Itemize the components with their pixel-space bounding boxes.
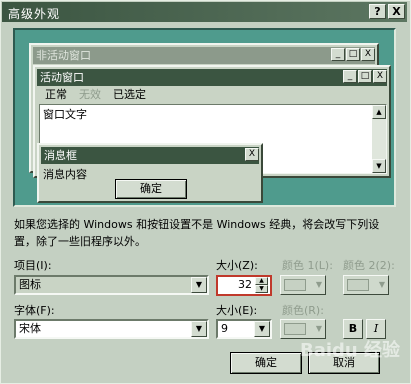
scroll-up-icon[interactable]: ▲ [372,105,386,119]
message-box-title: 消息框 [41,147,259,164]
close-icon: X [373,70,387,83]
color1-label: 颜色 1(L): [282,259,333,272]
size-label: 大小(Z): [216,259,258,272]
font-color-swatch [284,323,306,335]
chevron-down-icon[interactable]: ▼ [254,321,270,337]
active-window-title: 活动窗口 [37,69,387,86]
chevron-down-icon: ▼ [315,324,322,333]
item-select-value: 图标 [19,278,41,291]
scroll-down-icon[interactable]: ▼ [372,159,386,173]
close-icon: X [361,48,375,61]
font-size-value: 9 [221,322,228,335]
color2-swatch [347,279,369,291]
minimize-icon: _ [331,48,345,61]
font-color-label: 颜色(R): [282,304,324,317]
size-value: 32 [238,278,252,291]
window-text: 窗口文字 [43,108,87,121]
description-text: 如果您选择的 Windows 和按钮设置不是 Windows 经典，将会改写下列… [14,218,380,248]
chevron-down-icon: ▼ [378,280,385,289]
message-text: 消息内容 [43,168,87,181]
chevron-down-icon[interactable]: ▼ [191,277,207,293]
baidu-watermark: Baidu 经验 [300,340,401,361]
menu-disabled[interactable]: 无效 [79,87,101,103]
color1-swatch [284,279,306,291]
color2-label: 颜色 2(2): [343,259,395,272]
spin-up-icon[interactable]: ▲ [255,277,268,285]
size-stepper[interactable]: 32 ▲ ▼ [216,275,272,296]
menu-normal[interactable]: 正常 [45,87,67,103]
menu-selected[interactable]: 已选定 [113,87,146,103]
minimize-icon: _ [343,70,357,83]
font-select-value: 宋体 [19,322,41,335]
maximize-icon: □ [346,48,360,61]
item-label: 项目(I): [14,259,52,272]
chevron-down-icon[interactable]: ▼ [191,321,207,337]
vertical-scrollbar[interactable]: ▲ ▼ [372,105,386,173]
color1-picker[interactable]: ▼ [280,275,326,295]
help-button[interactable]: ? [369,4,386,19]
font-label: 字体(F): [14,304,55,317]
preview-menubar: 正常 无效 已选定 [39,87,146,103]
message-ok-button[interactable]: 确定 [115,179,187,199]
dialog-titlebar: 高级外观 ? X [2,2,407,22]
appearance-preview[interactable]: 非活动窗口 _ □ X 活动窗口 _ □ X 正常 无效 已选定 窗口文字 ▲ … [13,28,396,207]
font-select[interactable]: 宋体 ▼ [14,319,209,339]
font-size-select[interactable]: 9 ▼ [216,319,272,339]
inactive-window-title: 非活动窗口 [33,47,375,64]
spin-down-icon[interactable]: ▼ [255,285,268,293]
ok-button[interactable]: 确定 [230,352,302,374]
maximize-icon: □ [358,70,372,83]
color2-picker[interactable]: ▼ [343,275,389,295]
message-box-preview[interactable]: 消息框 X 消息内容 确定 [37,143,263,203]
chevron-down-icon: ▼ [315,280,322,289]
font-size-label: 大小(E): [216,304,258,317]
item-select[interactable]: 图标 ▼ [14,275,209,295]
dialog-title: 高级外观 [8,7,61,21]
close-icon: X [245,148,259,161]
close-button[interactable]: X [388,4,405,19]
